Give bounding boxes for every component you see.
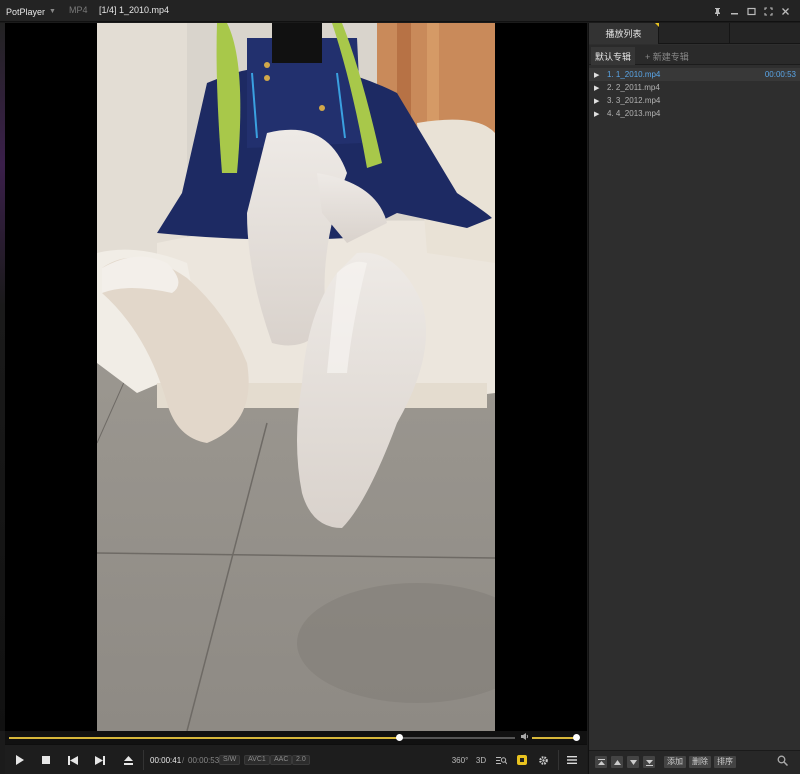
video-area[interactable]	[5, 23, 587, 731]
time-separator: /	[182, 756, 185, 765]
seek-bar[interactable]	[9, 734, 515, 741]
playlist-panel: 播放列表 默认专辑 + 新建专辑 ▶ 1. 1_2010.mp4 00:00:5…	[588, 23, 800, 774]
separator	[143, 750, 144, 770]
playlist-item-duration: 00:00:53	[764, 70, 796, 79]
vr-360-button[interactable]: 360°	[451, 752, 469, 768]
chevron-down-icon: ▼	[49, 8, 56, 15]
playlist-tabs: 播放列表	[589, 23, 800, 44]
playlist-toggle-button[interactable]	[513, 752, 531, 768]
move-bottom-icon[interactable]	[643, 756, 655, 768]
sort-button[interactable]: 排序	[714, 756, 736, 768]
add-button[interactable]: 添加	[664, 756, 686, 768]
play-icon: ▶	[594, 84, 600, 92]
album-tab-default[interactable]: 默认专辑	[591, 47, 636, 65]
volume-handle[interactable]	[573, 734, 580, 741]
playlist-item-name: 2. 2_2011.mp4	[607, 83, 660, 92]
badge-renderer[interactable]: S/W	[219, 755, 241, 765]
maximize-icon[interactable]	[743, 4, 760, 19]
play-icon: ▶	[594, 97, 600, 105]
move-top-icon[interactable]	[595, 756, 607, 768]
badge-audio-channels[interactable]: 2.0	[292, 755, 310, 765]
playlist-item[interactable]: ▶ 4. 4_2013.mp4	[589, 107, 800, 120]
move-down-icon[interactable]	[627, 756, 639, 768]
seek-bar-progress	[9, 737, 399, 739]
next-icon[interactable]	[91, 752, 109, 768]
fullscreen-icon[interactable]	[760, 4, 777, 19]
play-icon: ▶	[594, 71, 600, 79]
previous-icon[interactable]	[64, 752, 82, 768]
badge-audio-codec[interactable]: AAC	[270, 755, 293, 765]
tab-empty[interactable]	[660, 23, 730, 44]
delete-button[interactable]: 删除	[689, 756, 711, 768]
app-name: PotPlayer	[6, 6, 46, 17]
seek-bar-handle[interactable]	[395, 734, 403, 741]
video-frame	[97, 23, 495, 731]
window-controls	[709, 4, 794, 19]
playlist-item-name: 3. 3_2012.mp4	[607, 96, 661, 105]
3d-button[interactable]: 3D	[472, 752, 490, 768]
move-up-icon[interactable]	[611, 756, 623, 768]
close-icon[interactable]	[777, 4, 794, 19]
separator	[558, 750, 559, 770]
minimize-icon[interactable]	[726, 4, 743, 19]
app-menu-button[interactable]: PotPlayer ▼	[6, 4, 56, 19]
volume-icon[interactable]	[520, 732, 530, 743]
title-bar: PotPlayer ▼ MP4 [1/4] 1_2010.mp4	[0, 0, 800, 22]
eject-icon[interactable]	[119, 752, 137, 768]
menu-icon[interactable]	[563, 752, 581, 768]
control-bar: 00:00:41 / 00:00:53 S/W AVC1 AAC 2.0 360…	[5, 744, 587, 774]
tab-marker	[655, 23, 659, 27]
playlist-item[interactable]: ▶ 3. 3_2012.mp4	[589, 94, 800, 107]
settings-icon[interactable]	[534, 752, 552, 768]
playlist-item-name: 1. 1_2010.mp4	[607, 70, 661, 79]
playlist-item[interactable]: ▶ 2. 2_2011.mp4	[589, 81, 800, 94]
format-label: MP4	[69, 5, 88, 15]
current-time: 00:00:41	[150, 756, 182, 765]
playlist-item-name: 4. 4_2013.mp4	[607, 109, 661, 118]
stop-icon[interactable]	[37, 752, 55, 768]
new-album-button[interactable]: + 新建专辑	[641, 47, 693, 65]
volume-slider[interactable]	[532, 734, 580, 741]
window-title: [1/4] 1_2010.mp4	[99, 5, 170, 15]
badge-video-codec[interactable]: AVC1	[244, 755, 270, 765]
total-time: 00:00:53	[188, 756, 220, 765]
playlist-footer: 添加 删除 排序	[589, 750, 800, 774]
volume-level	[532, 737, 577, 739]
pin-icon[interactable]	[709, 4, 726, 19]
play-icon: ▶	[594, 110, 600, 118]
playlist-list: ▶ 1. 1_2010.mp4 00:00:53 ▶ 2. 2_2011.mp4…	[589, 68, 800, 120]
album-bar: 默认专辑 + 新建专辑	[589, 45, 800, 65]
seek-row	[5, 731, 587, 744]
play-icon[interactable]	[10, 752, 28, 768]
search-icon[interactable]	[777, 755, 789, 769]
playlist-item[interactable]: ▶ 1. 1_2010.mp4 00:00:53	[589, 68, 800, 81]
capture-icon[interactable]	[492, 752, 510, 768]
tab-playlist[interactable]: 播放列表	[589, 23, 659, 44]
